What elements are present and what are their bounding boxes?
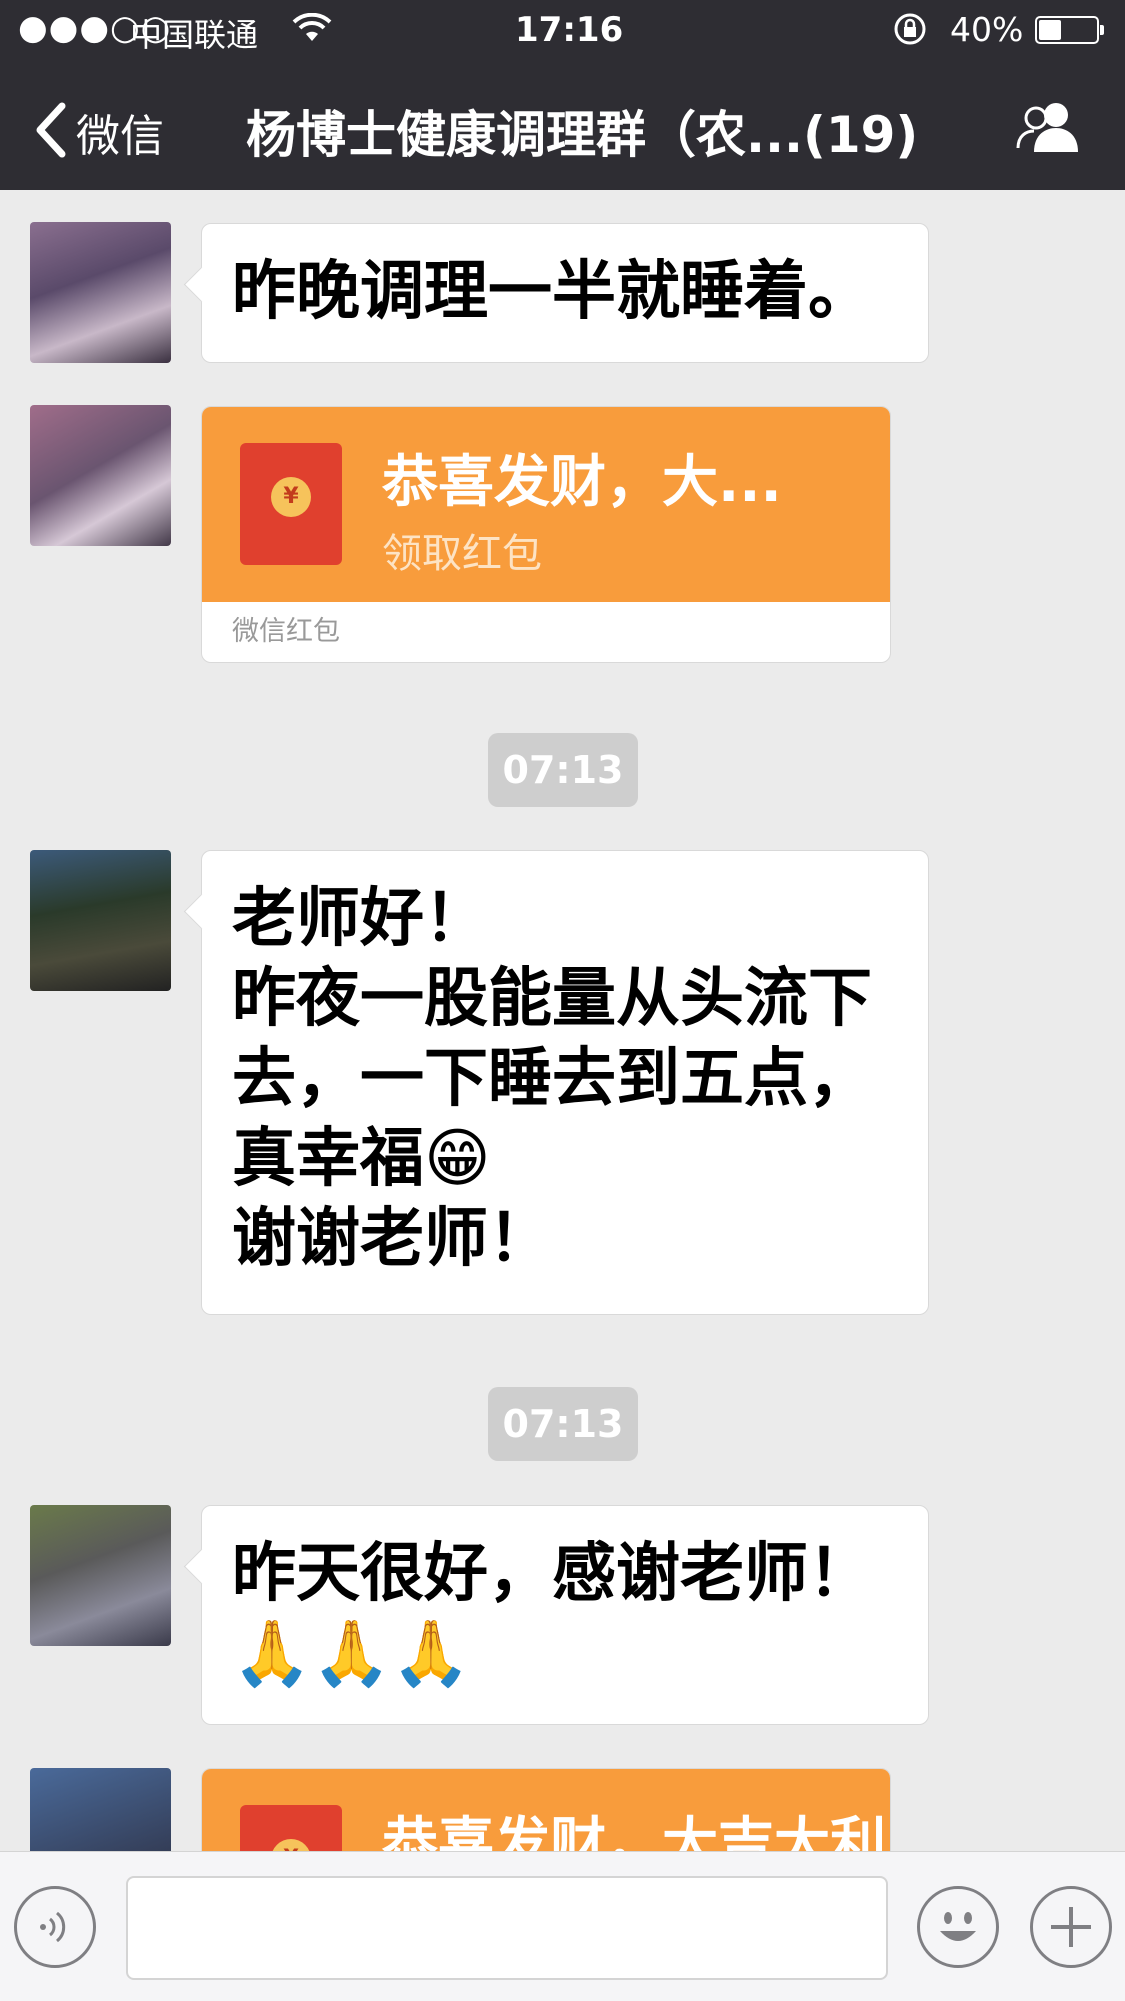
- chat-area[interactable]: 昨晚调理一半就睡着。 ¥ 恭喜发财，大... 领取红包 微信红包 07:13 老…: [0, 190, 1125, 1851]
- battery-percent: 40%: [950, 10, 1024, 49]
- timestamp: 07:13: [488, 1387, 638, 1461]
- orientation-lock-icon: [893, 12, 927, 55]
- message-bubble[interactable]: 老师好！ 昨夜一股能量从头流下 去，一下睡去到五点， 真幸福😁 谢谢老师！: [201, 850, 929, 1315]
- voice-icon[interactable]: [14, 1886, 96, 1968]
- message-text: 谢谢老师！: [232, 1202, 552, 1276]
- red-envelope-icon: ¥: [240, 443, 342, 565]
- red-envelope-icon: ¥: [240, 1805, 342, 1851]
- battery-icon: [1035, 16, 1104, 44]
- avatar[interactable]: [30, 405, 171, 546]
- timestamp: 07:13: [488, 733, 638, 807]
- input-toolbar: [0, 1851, 1125, 2001]
- group-members-icon[interactable]: [1012, 100, 1086, 158]
- plus-icon[interactable]: [1030, 1886, 1112, 1968]
- red-packet-subtitle: 领取红包: [382, 531, 542, 577]
- message-text: 真幸福😁: [232, 1122, 491, 1196]
- status-time: 17:16: [515, 10, 624, 50]
- nav-bar: 微信 杨博士健康调理群（农...(19): [0, 62, 1125, 190]
- message-text: 🙏🙏🙏: [232, 1617, 472, 1691]
- back-button[interactable]: 微信: [76, 100, 164, 164]
- message-text: 去，一下睡去到五点，: [232, 1042, 872, 1116]
- message-bubble[interactable]: 昨天很好，感谢老师！ 🙏🙏🙏: [201, 1505, 929, 1725]
- message-text: 昨晚调理一半就睡着。: [232, 255, 872, 329]
- avatar[interactable]: [30, 222, 171, 363]
- chat-title: 杨博士健康调理群（农...(19): [246, 106, 919, 164]
- message-bubble[interactable]: 昨晚调理一半就睡着。: [201, 223, 929, 363]
- carrier-name: 中国联通: [130, 16, 259, 54]
- red-packet-card[interactable]: ¥ 恭喜发财，大吉大利: [201, 1768, 891, 1851]
- red-packet-card[interactable]: ¥ 恭喜发财，大... 领取红包 微信红包: [201, 406, 891, 663]
- avatar[interactable]: [30, 1768, 171, 1851]
- status-bar: ●●●○○ 中国联通 17:16 40%: [0, 0, 1125, 62]
- wifi-icon: [292, 12, 332, 52]
- red-packet-title: 恭喜发财，大吉大利: [382, 1812, 886, 1851]
- message-input[interactable]: [126, 1876, 888, 1980]
- message-text: 昨夜一股能量从头流下: [232, 962, 872, 1036]
- avatar[interactable]: [30, 1505, 171, 1646]
- avatar[interactable]: [30, 850, 171, 991]
- emoji-icon[interactable]: [917, 1886, 999, 1968]
- red-packet-footer: 微信红包: [232, 616, 340, 647]
- message-text: 老师好！: [232, 882, 488, 956]
- red-packet-title: 恭喜发财，大...: [382, 450, 782, 515]
- message-text: 昨天很好，感谢老师！: [232, 1537, 872, 1611]
- chevron-left-icon[interactable]: [32, 102, 68, 162]
